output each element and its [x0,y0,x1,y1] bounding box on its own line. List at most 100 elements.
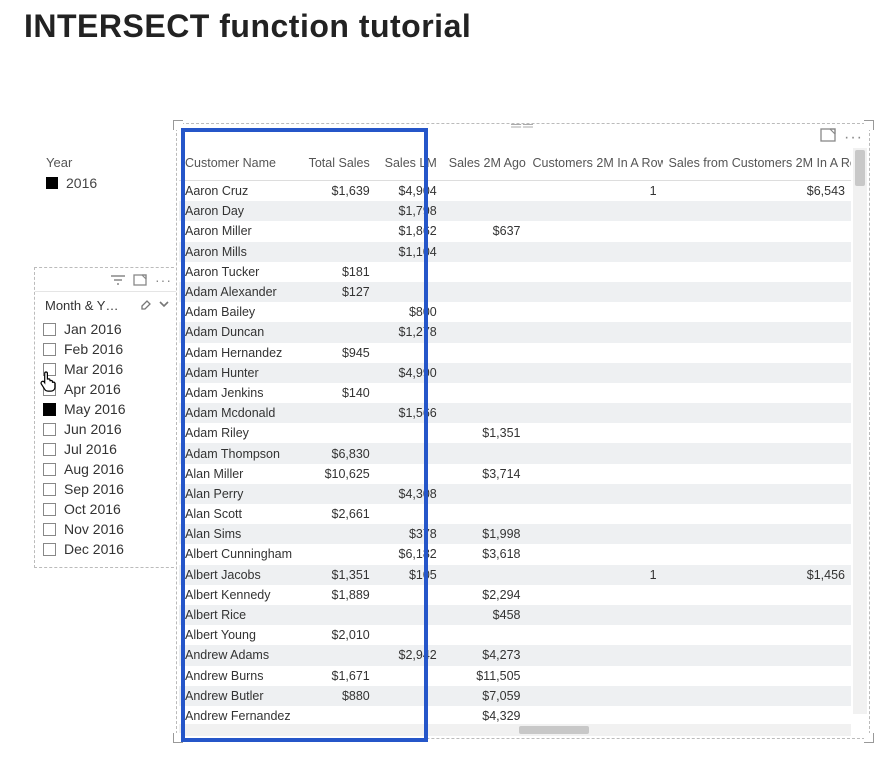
checkbox-icon[interactable] [43,503,56,516]
cell-sales_from_row [663,544,851,564]
col-header-name[interactable]: Customer Name [179,148,303,181]
year-slicer-item[interactable]: 2016 [46,175,156,191]
col-header-total-sales[interactable]: Total Sales [303,148,376,181]
month-item[interactable]: May 2016 [43,399,172,419]
month-item[interactable]: Feb 2016 [43,339,172,359]
checkbox-icon[interactable] [43,443,56,456]
cell-sales_lm: $4,904 [376,181,443,202]
table-visual: ══ ··· Customer Name Total Sales Sales L… [176,123,870,739]
cell-sales_lm [376,383,443,403]
cell-sales_from_row [663,585,851,605]
cell-total_sales: $2,661 [303,504,376,524]
cell-cust_2m_row [526,666,662,686]
table-row[interactable]: Alan Perry$4,308 [179,484,851,504]
vertical-scrollbar[interactable] [853,148,867,714]
checkbox-icon[interactable] [43,383,56,396]
cell-sales_from_row [663,423,851,443]
table-row[interactable]: Adam Hernandez$945 [179,343,851,363]
col-header-cust-2m-row[interactable]: Customers 2M In A Row [526,148,662,181]
filter-icon[interactable] [111,275,125,285]
resize-handle-icon[interactable] [173,733,183,743]
col-header-sales-lm[interactable]: Sales LM [376,148,443,181]
cell-cust_2m_row [526,363,662,383]
table-row[interactable]: Aaron Tucker$181 [179,262,851,282]
cell-total_sales: $1,639 [303,181,376,202]
table-row[interactable]: Albert Young$2,010 [179,625,851,645]
month-item[interactable]: Oct 2016 [43,499,172,519]
table-row[interactable]: Andrew Adams$2,942$4,273 [179,645,851,665]
year-slicer-label: Year [46,155,156,170]
resize-handle-icon[interactable] [864,733,874,743]
month-item[interactable]: Aug 2016 [43,459,172,479]
focus-mode-icon[interactable] [133,274,147,286]
cell-name: Adam Riley [179,423,303,443]
cell-name: Aaron Cruz [179,181,303,202]
table-row[interactable]: Adam Jenkins$140 [179,383,851,403]
month-item[interactable]: Jun 2016 [43,419,172,439]
col-header-sales-2m[interactable]: Sales 2M Ago [443,148,527,181]
cell-sales_from_row [663,383,851,403]
clear-icon[interactable] [139,297,152,313]
month-item[interactable]: Apr 2016 [43,379,172,399]
month-item[interactable]: Sep 2016 [43,479,172,499]
more-options-icon[interactable]: ··· [155,272,172,288]
table-row[interactable]: Aaron Cruz$1,639$4,9041$6,543 [179,181,851,202]
resize-handle-icon[interactable] [864,120,874,130]
table-row[interactable]: Aaron Mills$1,104 [179,242,851,262]
checkbox-icon[interactable] [43,463,56,476]
month-item[interactable]: Jul 2016 [43,439,172,459]
cell-total_sales: $945 [303,343,376,363]
horizontal-scrollbar[interactable] [179,724,851,736]
table-row[interactable]: Albert Rice$458 [179,605,851,625]
month-item[interactable]: Mar 2016 [43,359,172,379]
col-header-sales-from-row[interactable]: Sales from Customers 2M In A Row [663,148,851,181]
table-row[interactable]: Adam Thompson$6,830 [179,443,851,463]
focus-mode-icon[interactable] [820,128,836,147]
checkbox-checked-icon[interactable] [43,403,56,416]
table-header-row: Customer Name Total Sales Sales LM Sales… [179,148,851,181]
cell-total_sales [303,605,376,625]
table-row[interactable]: Aaron Day$1,798 [179,201,851,221]
table-row[interactable]: Albert Kennedy$1,889$2,294 [179,585,851,605]
checkbox-icon[interactable] [43,483,56,496]
drag-handle-icon[interactable]: ══ [503,122,543,128]
table-row[interactable]: Adam Bailey$800 [179,302,851,322]
table-row[interactable]: Adam Duncan$1,278 [179,322,851,342]
checkbox-icon[interactable] [43,363,56,376]
month-item[interactable]: Nov 2016 [43,519,172,539]
table-row[interactable]: Adam Mcdonald$1,566 [179,403,851,423]
month-item[interactable]: Jan 2016 [43,319,172,339]
cell-total_sales [303,322,376,342]
table-row[interactable]: Albert Jacobs$1,351$1051$1,456 [179,565,851,585]
checkbox-icon[interactable] [43,423,56,436]
month-item-label: Sep 2016 [64,481,124,497]
cell-sales_from_row [663,524,851,544]
slicer-title-row[interactable]: Month & Y… [35,292,178,317]
table-row[interactable]: Andrew Butler$880$7,059 [179,686,851,706]
table-row[interactable]: Adam Hunter$4,990 [179,363,851,383]
table-row[interactable]: Alan Scott$2,661 [179,504,851,524]
table-row[interactable]: Andrew Burns$1,671$11,505 [179,666,851,686]
month-item[interactable]: Dec 2016 [43,539,172,559]
table-row[interactable]: Albert Cunningham$6,182$3,618 [179,544,851,564]
table-row[interactable]: Alan Miller$10,625$3,714 [179,464,851,484]
scrollbar-thumb[interactable] [519,726,589,734]
cell-total_sales: $10,625 [303,464,376,484]
cell-sales_lm: $4,990 [376,363,443,383]
table-row[interactable]: Adam Riley$1,351 [179,423,851,443]
chevron-down-icon[interactable] [158,298,170,313]
resize-handle-icon[interactable] [173,120,183,130]
table-row[interactable]: Adam Alexander$127 [179,282,851,302]
cell-sales_2m [443,282,527,302]
cell-name: Albert Rice [179,605,303,625]
table-row[interactable]: Aaron Miller$1,862$637 [179,221,851,241]
checkbox-icon[interactable] [43,523,56,536]
year-value: 2016 [66,175,97,191]
checkbox-icon[interactable] [43,343,56,356]
checkbox-icon[interactable] [43,323,56,336]
more-options-icon[interactable]: ··· [844,129,863,147]
scrollbar-thumb[interactable] [855,150,865,186]
cell-name: Albert Jacobs [179,565,303,585]
table-row[interactable]: Alan Sims$378$1,998 [179,524,851,544]
checkbox-icon[interactable] [43,543,56,556]
